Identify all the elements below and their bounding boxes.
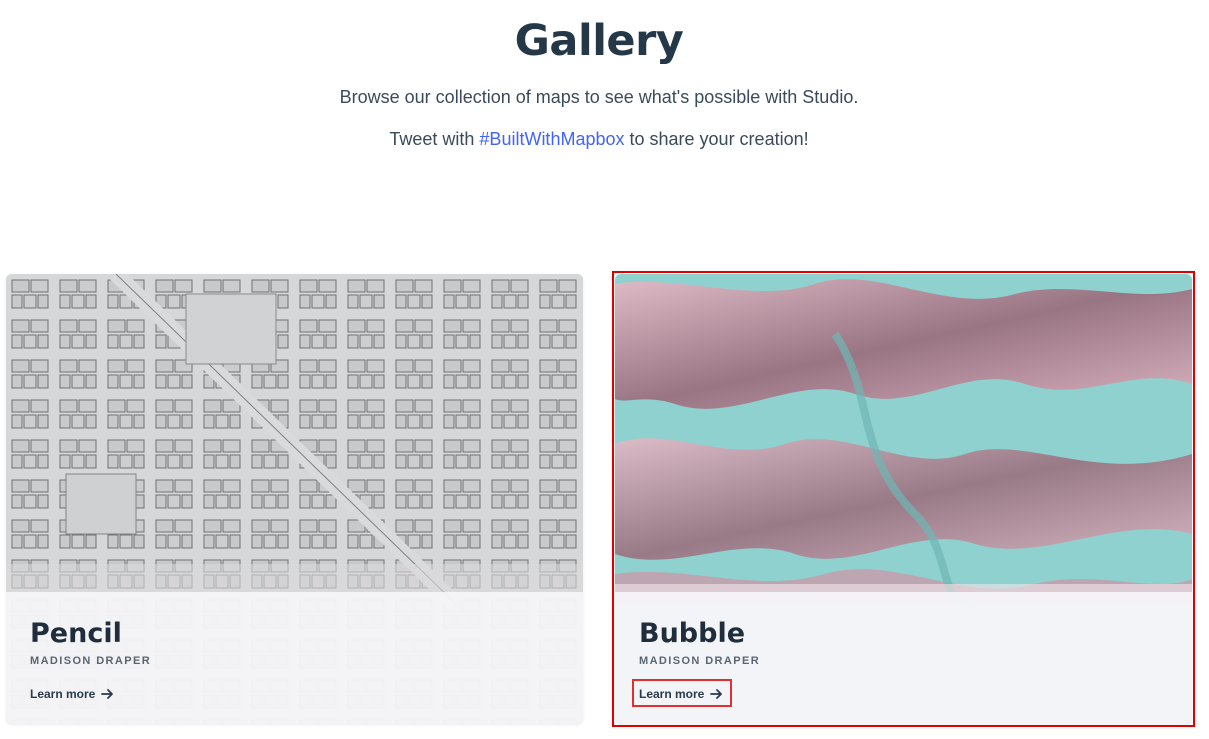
tweet-prefix: Tweet with [389,129,480,149]
card-info: Bubble MADISON DRAPER Learn more [615,592,1192,724]
learn-more-link[interactable]: Learn more [30,685,114,703]
hashtag-link[interactable]: #BuiltWithMapbox [479,129,624,149]
gallery-card-bubble[interactable]: Bubble MADISON DRAPER Learn more [615,274,1192,724]
gallery-card-pencil[interactable]: Pencil MADISON DRAPER Learn more [6,274,583,724]
card-author: MADISON DRAPER [639,655,761,667]
page-subtitle: Browse our collection of maps to see wha… [339,87,859,107]
learn-more-label: Learn more [639,687,705,701]
tweet-suffix: to share your creation! [624,129,809,149]
arrow-right-icon [101,688,114,700]
card-author: MADISON DRAPER [30,655,152,667]
tweet-line: Tweet with #BuiltWithMapbox to share you… [0,129,1198,150]
arrow-right-icon [710,688,723,700]
learn-more-link[interactable]: Learn more [639,685,723,703]
learn-more-label: Learn more [30,687,96,701]
card-info: Pencil MADISON DRAPER Learn more [6,592,583,724]
card-title[interactable]: Bubble [639,618,745,649]
page-title: Gallery [514,16,684,66]
card-title[interactable]: Pencil [30,618,122,649]
